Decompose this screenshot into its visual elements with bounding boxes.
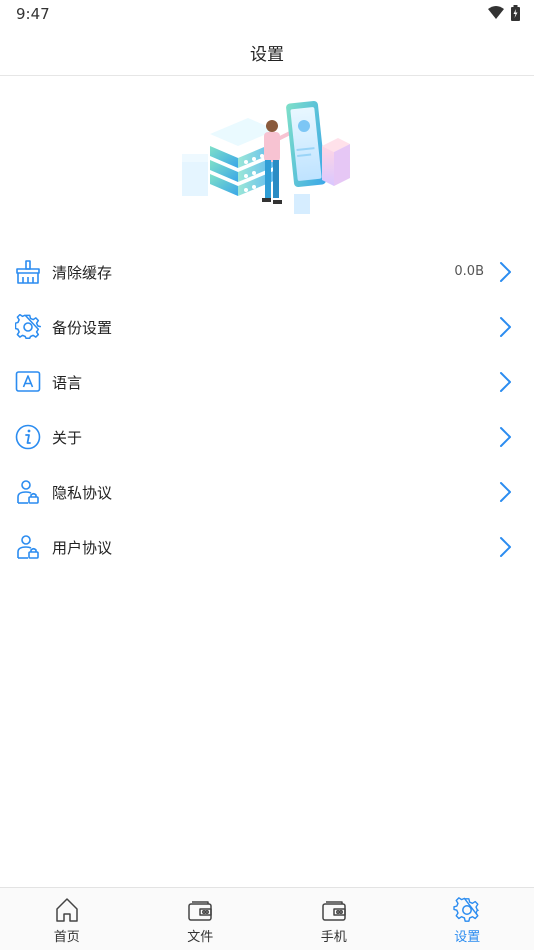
info-icon <box>15 424 41 450</box>
tab-label: 首页 <box>53 930 80 945</box>
settings-item-label: 清除缓存 <box>52 264 113 282</box>
settings-item-backup[interactable]: 备份设置 <box>0 300 534 355</box>
settings-item-label: 隐私协议 <box>52 484 113 502</box>
settings-list: 清除缓存 0.0B 备份设置 语言 关于 隐私协议 用户协议 <box>0 245 534 575</box>
tab-label: 设置 <box>454 930 481 945</box>
language-icon <box>15 371 41 392</box>
settings-item-about[interactable]: 关于 <box>0 410 534 465</box>
status-time: 9:47 <box>16 5 50 23</box>
settings-item-label: 用户协议 <box>52 539 113 557</box>
page-title: 设置 <box>250 45 284 65</box>
tab-phone[interactable]: 手机 <box>267 888 401 950</box>
status-icons <box>487 5 520 21</box>
tab-files[interactable]: 文件 <box>134 888 268 950</box>
tab-label: 文件 <box>187 930 214 945</box>
title-bar: 设置 <box>0 28 534 76</box>
wallet-icon <box>188 901 212 921</box>
wifi-icon <box>488 6 504 19</box>
settings-item-label: 语言 <box>52 374 83 392</box>
home-icon <box>56 898 78 922</box>
chevron-right-icon <box>500 482 511 502</box>
tab-settings[interactable]: 设置 <box>401 888 534 950</box>
settings-item-language[interactable]: 语言 <box>0 355 534 410</box>
bottom-tab-bar: 首页 文件 手机 设置 <box>0 887 534 950</box>
settings-item-label: 关于 <box>52 429 83 447</box>
settings-illustration <box>182 100 350 214</box>
wallet-icon <box>322 901 346 921</box>
chevron-right-icon <box>500 427 511 447</box>
settings-item-label: 备份设置 <box>52 319 113 337</box>
broom-icon <box>16 260 40 284</box>
settings-item-clear-cache[interactable]: 清除缓存 0.0B <box>0 245 534 300</box>
user-lock-icon <box>17 480 39 504</box>
tab-label: 手机 <box>320 930 347 945</box>
chevron-right-icon <box>500 262 511 282</box>
gear-icon <box>15 314 41 339</box>
settings-item-privacy-policy[interactable]: 隐私协议 <box>0 465 534 520</box>
status-bar: 9:47 <box>0 0 534 28</box>
user-lock-icon <box>17 535 39 559</box>
tab-home[interactable]: 首页 <box>0 888 134 950</box>
chevron-right-icon <box>500 317 511 337</box>
battery-icon <box>511 5 520 21</box>
cache-size-value: 0.0B <box>454 264 484 279</box>
chevron-right-icon <box>500 537 511 557</box>
gear-icon <box>453 897 480 922</box>
settings-item-user-agreement[interactable]: 用户协议 <box>0 520 534 575</box>
chevron-right-icon <box>500 372 511 392</box>
